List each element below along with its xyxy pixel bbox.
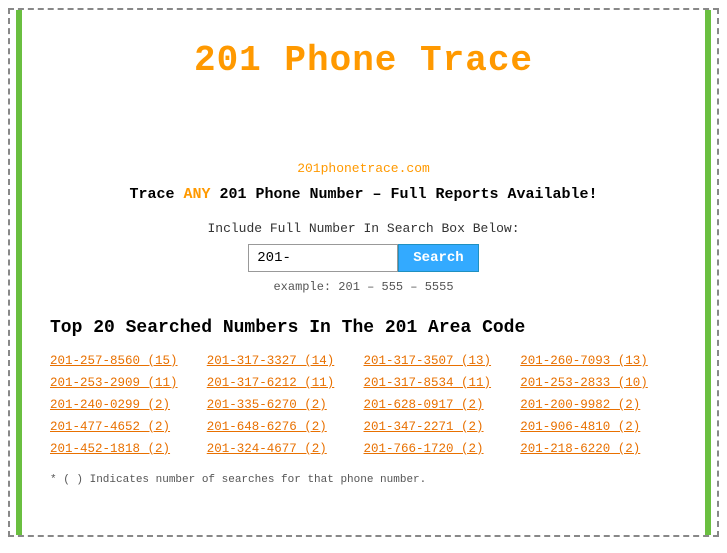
phone-link[interactable]: 201-260-7093 (13) [520,352,677,370]
phone-link[interactable]: 201-628-0917 (2) [364,396,521,414]
search-example: example: 201 – 555 – 5555 [50,280,677,294]
section-title: Top 20 Searched Numbers In The 201 Area … [50,318,677,338]
search-button[interactable]: Search [398,244,478,272]
site-url: 201phonetrace.com [50,161,677,176]
phone-link[interactable]: 201-218-6220 (2) [520,440,677,458]
tagline-any: ANY [183,186,210,203]
outer-border: 201 Phone Trace 201phonetrace.com Trace … [8,8,719,537]
footnote: * ( ) Indicates number of searches for t… [50,474,677,486]
tagline-suffix: 201 Phone Number – Full Reports Availabl… [210,186,597,203]
page-title: 201 Phone Trace [50,40,677,81]
search-input[interactable] [248,244,398,272]
phone-link[interactable]: 201-324-4677 (2) [207,440,364,458]
search-row: Search [50,244,677,272]
phone-link[interactable]: 201-200-9982 (2) [520,396,677,414]
right-border-decoration [705,10,711,535]
phone-link[interactable]: 201-240-0299 (2) [50,396,207,414]
phone-link[interactable]: 201-317-8534 (11) [364,374,521,392]
phone-link[interactable]: 201-335-6270 (2) [207,396,364,414]
search-label: Include Full Number In Search Box Below: [50,221,677,236]
phone-link[interactable]: 201-317-3507 (13) [364,352,521,370]
phone-link[interactable]: 201-257-8560 (15) [50,352,207,370]
phone-link[interactable]: 201-253-2909 (11) [50,374,207,392]
phone-link[interactable]: 201-906-4810 (2) [520,418,677,436]
phone-link[interactable]: 201-347-2271 (2) [364,418,521,436]
phone-link[interactable]: 201-766-1720 (2) [364,440,521,458]
tagline: Trace ANY 201 Phone Number – Full Report… [50,186,677,203]
main-content: 201 Phone Trace 201phonetrace.com Trace … [10,10,717,506]
phone-link[interactable]: 201-253-2833 (10) [520,374,677,392]
phone-link[interactable]: 201-317-3327 (14) [207,352,364,370]
phone-grid: 201-257-8560 (15)201-317-3327 (14)201-31… [50,352,677,458]
phone-link[interactable]: 201-477-4652 (2) [50,418,207,436]
phone-link[interactable]: 201-317-6212 (11) [207,374,364,392]
phone-link[interactable]: 201-648-6276 (2) [207,418,364,436]
left-border-decoration [16,10,22,535]
phone-link[interactable]: 201-452-1818 (2) [50,440,207,458]
tagline-prefix: Trace [129,186,183,203]
